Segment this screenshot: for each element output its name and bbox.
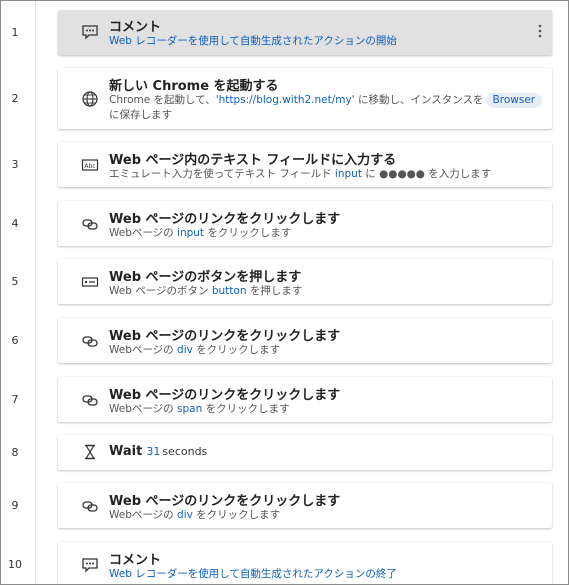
flow-editor: 1 コメント Web レコーダーを使用して自動生成されたアクションの開始 2 新… bbox=[0, 0, 569, 585]
action-title: コメント bbox=[109, 553, 162, 568]
action-description: Webページの div をクリックします bbox=[109, 508, 280, 523]
line-number: 7 bbox=[11, 393, 19, 406]
wait-value: 31 bbox=[146, 445, 161, 458]
link-icon bbox=[82, 501, 98, 512]
line-number: 6 bbox=[11, 334, 19, 347]
description-text: をクリックします bbox=[192, 344, 281, 356]
wait-action-line: Wait 31 seconds bbox=[109, 444, 207, 459]
description-text: に bbox=[361, 168, 380, 180]
variable-value: div bbox=[177, 344, 193, 356]
action-title: Web ページのボタンを押します bbox=[109, 270, 302, 285]
line-number: 3 bbox=[11, 158, 19, 171]
comment-icon bbox=[82, 25, 98, 40]
action-title: Web ページのリンクをクリックします bbox=[109, 212, 341, 227]
more-vertical-icon[interactable] bbox=[534, 23, 546, 41]
wait-unit: seconds bbox=[162, 445, 208, 458]
description-text: Webページの bbox=[109, 344, 178, 356]
description-text: をクリックします bbox=[202, 403, 290, 415]
action-title: 新しい Chrome を起動する bbox=[109, 79, 279, 94]
action-description: Web ページのボタン button を押します bbox=[109, 284, 302, 299]
line-number: 8 bbox=[11, 446, 19, 459]
line-number: 2 bbox=[11, 92, 19, 105]
action-title: Web ページのリンクをクリックします bbox=[109, 494, 341, 509]
action-description: Web レコーダーを使用して自動生成されたアクションの開始 bbox=[109, 35, 397, 47]
action-card-launch-chrome[interactable]: 新しい Chrome を起動する Chrome を起動して、'https://b… bbox=[58, 68, 552, 129]
description-text: をクリックします bbox=[204, 227, 292, 239]
link-icon bbox=[82, 395, 98, 406]
action-description-line2: に保存します bbox=[109, 109, 172, 121]
masked-value: ●●●●● bbox=[379, 168, 425, 180]
description-text: Chrome を起動して、 bbox=[109, 94, 216, 106]
svg-text:Abc: Abc bbox=[84, 163, 95, 170]
line-number: 4 bbox=[11, 217, 19, 230]
line-number: 1 bbox=[11, 26, 19, 39]
description-text: Webページの bbox=[109, 227, 178, 239]
action-title: Wait bbox=[109, 444, 143, 459]
action-description: Webページの input をクリックします bbox=[109, 226, 291, 241]
url-value: 'https://blog.with2.net/my' bbox=[215, 94, 355, 106]
action-description: エミュレート入力を使ってテキスト フィールド input に ●●●●● を入力… bbox=[109, 167, 491, 182]
line-number: 5 bbox=[11, 275, 19, 288]
hourglass-icon bbox=[84, 444, 96, 460]
action-title: コメント bbox=[109, 20, 162, 35]
comment-icon bbox=[82, 558, 98, 573]
line-number: 10 bbox=[8, 558, 22, 571]
action-card-comment-start[interactable]: コメント Web レコーダーを使用して自動生成されたアクションの開始 bbox=[58, 10, 552, 55]
variable-value: input bbox=[177, 227, 205, 239]
action-card-press-button[interactable]: Web ページのボタンを押します Web ページのボタン button を押しま… bbox=[58, 259, 552, 304]
description-text: Web ページのボタン bbox=[109, 285, 212, 297]
description-text: エミュレート入力を使ってテキスト フィールド bbox=[109, 168, 335, 180]
action-title: Web ページのリンクをクリックします bbox=[109, 329, 341, 344]
button-icon bbox=[81, 277, 99, 287]
action-card-comment-end[interactable]: コメント Web レコーダーを使用して自動生成されたアクションの終了 bbox=[58, 542, 552, 584]
link-icon bbox=[82, 219, 98, 230]
variable-value: input bbox=[334, 168, 362, 180]
action-card-click-link[interactable]: Web ページのリンクをクリックします Webページの div をクリックします bbox=[58, 318, 552, 363]
action-card-wait[interactable]: Wait 31 seconds bbox=[58, 435, 552, 470]
description-text: を押します bbox=[246, 285, 303, 297]
description-text: Webページの bbox=[109, 509, 178, 521]
line-number: 9 bbox=[11, 499, 19, 512]
action-card-populate-text[interactable]: Abc Web ページ内のテキスト フィールドに入力する エミュレート入力を使っ… bbox=[58, 142, 552, 187]
variable-badge[interactable]: Browser bbox=[485, 93, 543, 108]
description-text: を入力します bbox=[424, 168, 492, 180]
action-card-click-link[interactable]: Web ページのリンクをクリックします Webページの input をクリックし… bbox=[58, 201, 552, 246]
line-number-gutter bbox=[1, 1, 36, 584]
variable-value: span bbox=[177, 403, 203, 415]
description-text: をクリックします bbox=[192, 509, 281, 521]
action-description: Chrome を起動して、'https://blog.with2.net/my'… bbox=[109, 93, 544, 108]
action-title: Web ページのリンクをクリックします bbox=[109, 388, 341, 403]
action-card-click-link[interactable]: Web ページのリンクをクリックします Webページの span をクリックしま… bbox=[58, 377, 552, 422]
action-card-click-link[interactable]: Web ページのリンクをクリックします Webページの div をクリックします bbox=[58, 483, 552, 528]
action-description: Webページの div をクリックします bbox=[109, 343, 280, 358]
variable-value: div bbox=[177, 509, 193, 521]
action-description: Web レコーダーを使用して自動生成されたアクションの終了 bbox=[109, 568, 397, 580]
description-text: Webページの bbox=[109, 403, 178, 415]
action-title: Web ページ内のテキスト フィールドに入力する bbox=[109, 153, 397, 168]
textbox-icon: Abc bbox=[81, 159, 99, 171]
variable-value: button bbox=[211, 285, 247, 297]
action-description: Webページの span をクリックします bbox=[109, 402, 290, 417]
globe-icon bbox=[82, 91, 98, 107]
link-icon bbox=[82, 336, 98, 347]
description-text: に移動し、インスタンスを bbox=[354, 94, 484, 106]
